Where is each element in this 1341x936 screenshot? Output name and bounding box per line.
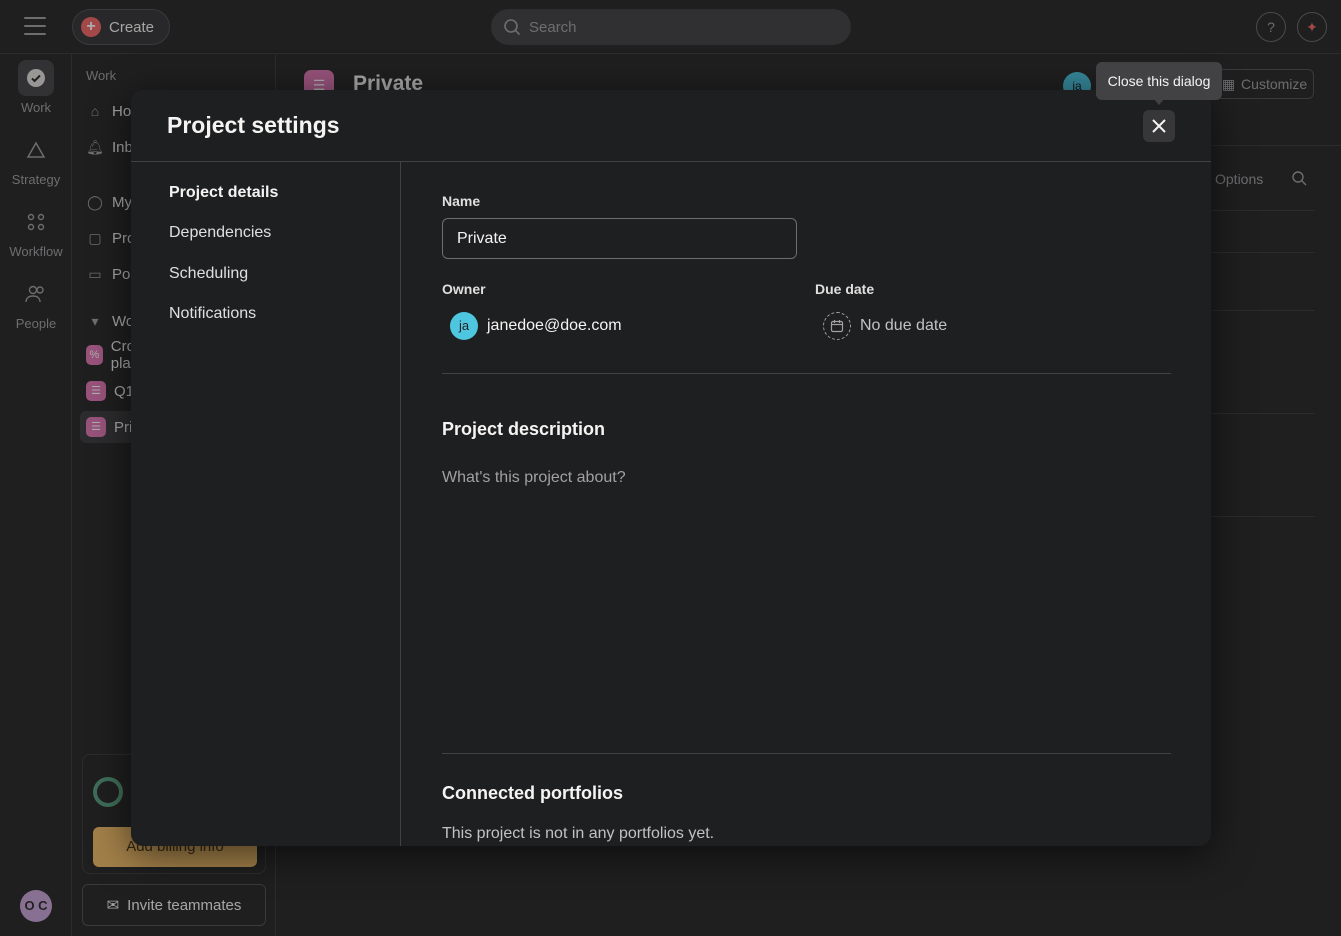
description-input[interactable]: What's this project about? xyxy=(442,469,626,487)
owner-label: Owner xyxy=(442,281,486,297)
section-divider xyxy=(442,753,1171,754)
tooltip-arrow xyxy=(1153,98,1165,105)
portfolios-empty-text: This project is not in any portfolios ye… xyxy=(442,825,715,842)
owner-avatar: ja xyxy=(450,312,478,340)
close-button[interactable] xyxy=(1143,110,1175,142)
settings-body: Name Owner ja janedoe@doe.com Due date N… xyxy=(401,162,1211,846)
portfolios-title: Connected portfolios xyxy=(442,783,623,803)
close-icon xyxy=(1152,119,1166,133)
due-date-value: No due date xyxy=(860,317,948,334)
dialog-title: Project settings xyxy=(167,112,340,138)
due-date-label: Due date xyxy=(815,281,875,297)
settings-nav: Project details Dependencies Scheduling … xyxy=(131,162,401,846)
project-name-input[interactable] xyxy=(442,218,797,259)
calendar-icon xyxy=(823,312,851,340)
section-divider xyxy=(442,373,1171,374)
nav-project-details[interactable]: Project details xyxy=(169,184,278,202)
nav-notifications[interactable]: Notifications xyxy=(169,305,256,323)
close-tooltip: Close this dialog xyxy=(1096,62,1222,100)
dialog-header: Project settings xyxy=(131,90,1211,162)
description-title: Project description xyxy=(442,419,606,439)
nav-scheduling[interactable]: Scheduling xyxy=(169,265,248,283)
owner-field[interactable]: ja janedoe@doe.com xyxy=(450,312,622,340)
owner-email: janedoe@doe.com xyxy=(487,317,622,334)
due-date-field[interactable]: No due date xyxy=(823,312,947,340)
nav-dependencies[interactable]: Dependencies xyxy=(169,224,271,242)
project-settings-dialog: Project settings Project details Depende… xyxy=(131,90,1211,846)
name-label: Name xyxy=(442,193,481,209)
